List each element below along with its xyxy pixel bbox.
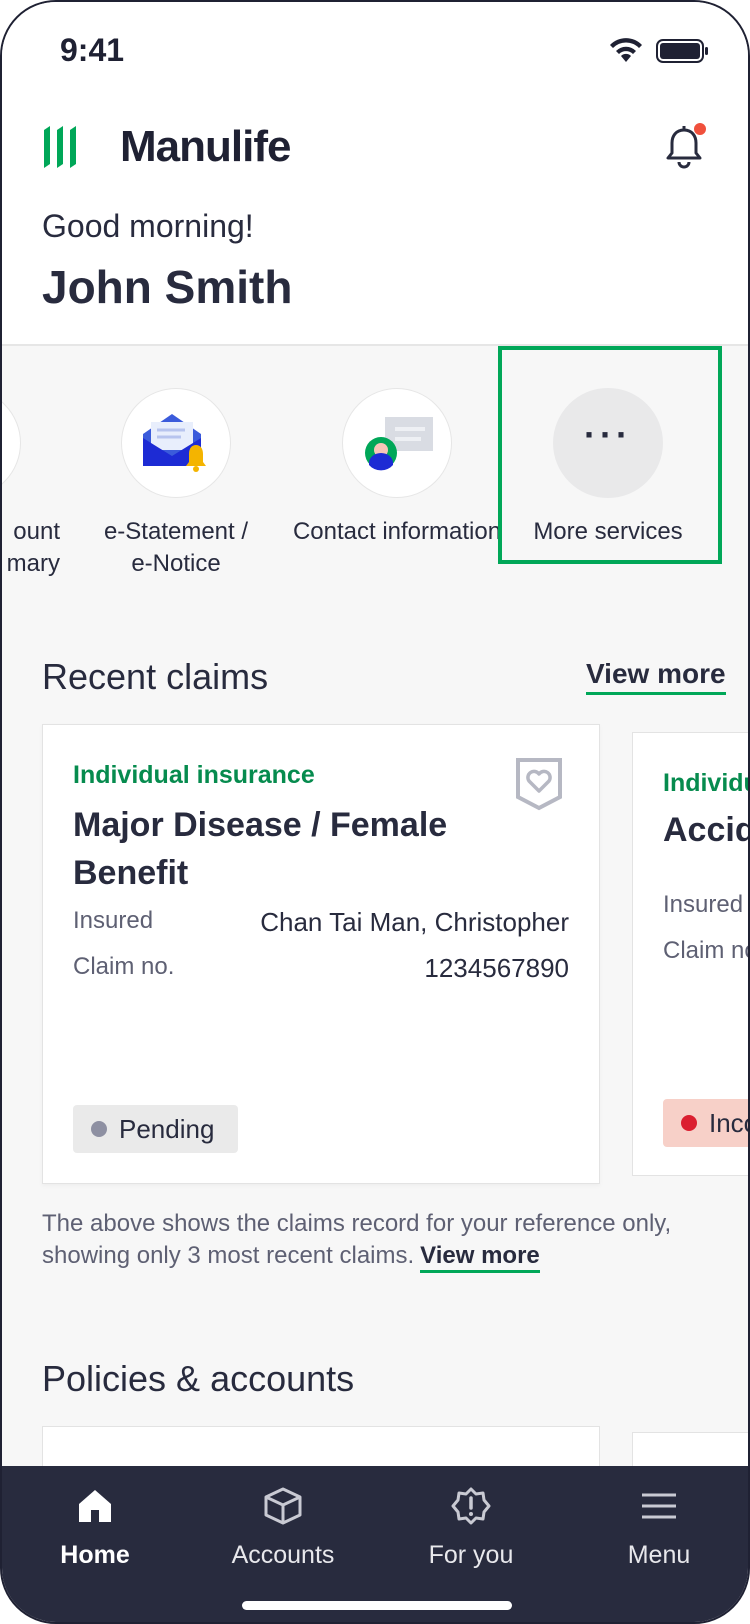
service-label-line1: More services: [533, 518, 683, 545]
claim-number-value: 1234567890: [424, 953, 569, 983]
insured-value: Chan Tai Man, Christopher: [260, 907, 569, 937]
claim-type: Individual insurance: [73, 761, 315, 789]
hamburger-icon: [642, 1493, 676, 1519]
status-bar: 9:41: [2, 2, 748, 102]
more-services-circle: ···: [553, 388, 663, 498]
bell-icon: [666, 123, 706, 169]
nav-accounts[interactable]: Accounts: [208, 1486, 358, 1570]
claim-title: Major Disease / Female Benefit: [73, 806, 448, 892]
more-dots-icon: ···: [584, 414, 632, 455]
insured-label: Insured: [73, 907, 154, 934]
nav-home[interactable]: Home: [20, 1486, 170, 1570]
service-label-line1: e-Statement /: [103, 518, 249, 545]
status-text: Pending: [119, 1113, 215, 1144]
home-icon: [79, 1490, 111, 1522]
claim-title: Accid: [663, 811, 750, 849]
status-dot: [681, 1115, 697, 1131]
insured-row: Insured Chan Tai Man, Christopher: [73, 907, 569, 938]
battery-icon: [656, 39, 708, 63]
shield-heart-icon: [516, 758, 562, 811]
notification-button[interactable]: [662, 122, 706, 170]
claim-type: Individu: [663, 769, 750, 797]
service-icon-circle: [121, 388, 231, 498]
status-icons: [608, 38, 710, 64]
nav-menu[interactable]: Menu: [584, 1486, 734, 1570]
status-dot: [91, 1121, 107, 1137]
service-label: Contact information: [292, 516, 502, 548]
nav-label: Accounts: [231, 1541, 335, 1569]
nav-label: Home: [60, 1541, 130, 1569]
status-text: Inco: [709, 1107, 748, 1138]
greeting-text: Good morning!: [42, 208, 254, 244]
service-label-line1: ount: [13, 518, 60, 545]
brand-name: Manulife: [120, 122, 291, 171]
envelope-bell-icon: [143, 414, 206, 472]
box-icon: [264, 1487, 302, 1525]
service-label: e-Statement / e-Notice: [76, 516, 276, 580]
service-more-services[interactable]: ··· More services: [508, 388, 708, 548]
service-label: More services: [508, 516, 708, 548]
status-badge: Inco: [663, 1099, 748, 1147]
user-name: John Smith: [42, 261, 293, 313]
favourite-button[interactable]: [515, 757, 563, 816]
service-label-line2: mary: [6, 550, 60, 577]
badge-alert-icon: [451, 1487, 491, 1525]
status-time: 9:41: [60, 32, 125, 68]
quick-services-row: ount mary e-Statement / e-Notice Contact…: [2, 346, 748, 606]
nav-for-you[interactable]: For you: [396, 1486, 546, 1570]
claim-number-label: Claim no: [663, 937, 750, 964]
service-contact-information[interactable]: Contact information: [292, 388, 502, 548]
recent-claims-view-more-link[interactable]: View more: [586, 658, 726, 695]
notification-dot: [694, 123, 706, 135]
service-icon-circle: [342, 388, 452, 498]
wifi-icon: [610, 38, 642, 62]
claim-card[interactable]: Individu Accid Insured Claim no Inco: [632, 732, 750, 1176]
manulife-logo[interactable]: Manulife: [40, 122, 291, 172]
claim-card[interactable]: Individual insurance Major Disease / Fem…: [42, 724, 600, 1184]
manulife-logo-mark-icon: [44, 126, 76, 168]
service-account-summary[interactable]: ount mary: [2, 388, 66, 580]
policies-accounts-title: Policies & accounts: [42, 1358, 355, 1399]
app-header: Manulife Good morning! John Smith: [2, 102, 748, 346]
nav-label: For you: [428, 1541, 514, 1569]
status-badge: Pending: [73, 1105, 239, 1153]
disclaimer-text: The above shows the claims record for yo…: [42, 1210, 672, 1269]
service-e-statement[interactable]: e-Statement / e-Notice: [76, 388, 276, 580]
disclaimer-view-more-link[interactable]: View more: [420, 1242, 540, 1273]
service-label-line1: Contact information: [292, 518, 502, 545]
service-label-line2: e-Notice: [131, 550, 221, 577]
service-label: ount mary: [2, 516, 66, 580]
recent-claims-title: Recent claims: [42, 656, 269, 697]
claims-disclaimer: The above shows the claims record for yo…: [42, 1208, 682, 1273]
claim-number-label: Claim no.: [73, 953, 175, 980]
insured-label: Insured: [663, 891, 744, 918]
nav-label: Menu: [627, 1541, 691, 1569]
home-indicator[interactable]: [242, 1601, 512, 1610]
phone-frame: 9:41 Manulife Good morning! John Smith o…: [0, 0, 750, 1624]
claim-number-row: Claim no. 1234567890: [73, 953, 569, 984]
contact-card-icon: [365, 417, 433, 471]
service-icon-circle: [2, 388, 21, 498]
